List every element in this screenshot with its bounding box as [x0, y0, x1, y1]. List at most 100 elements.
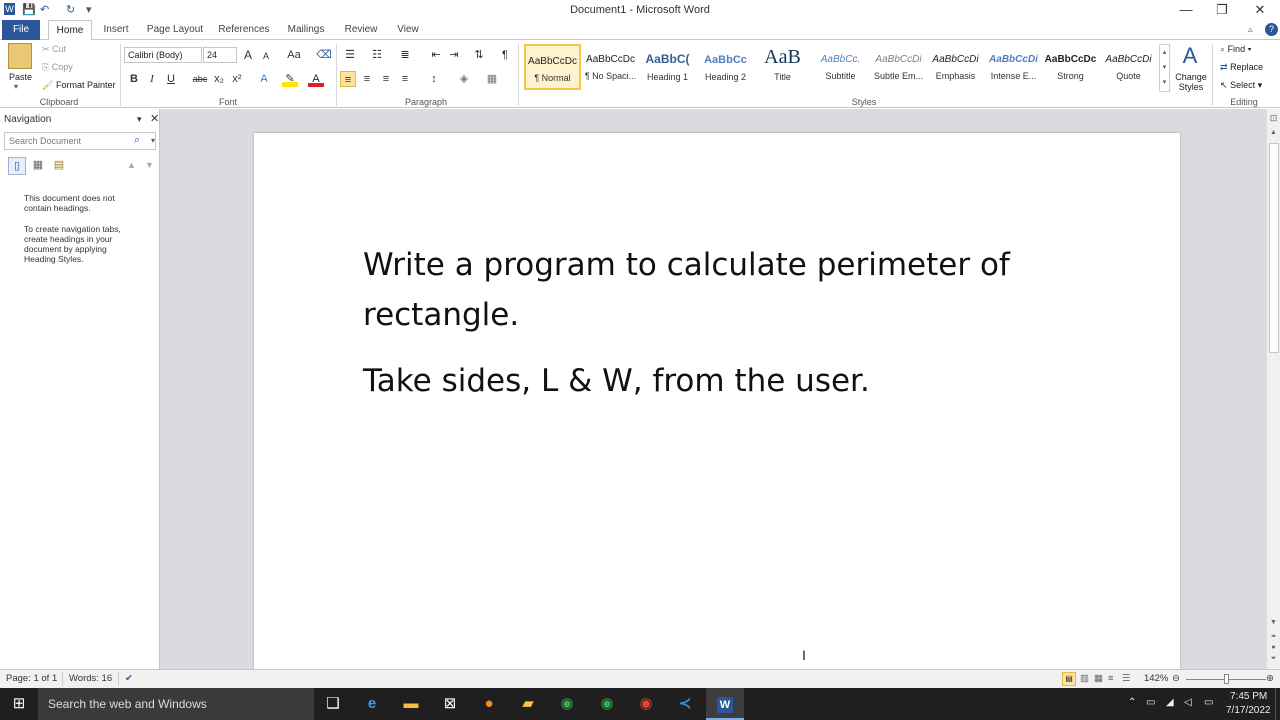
increase-indent-icon[interactable]: ⇥	[446, 47, 462, 63]
select-button[interactable]: Select	[1230, 80, 1255, 90]
style-no-spacing[interactable]: AaBbCcDc ¶ No Spaci...	[582, 44, 639, 90]
search-icon[interactable]: ⌕	[134, 134, 140, 147]
style-emphasis[interactable]: AaBbCcDi Emphasis	[927, 44, 984, 90]
help-icon[interactable]: ?	[1265, 23, 1278, 36]
restore-button[interactable]: ❐	[1204, 0, 1240, 20]
decrease-indent-icon[interactable]: ⇤	[428, 47, 444, 63]
change-styles-button[interactable]: Change Styles	[1174, 72, 1208, 92]
style-heading-2[interactable]: AaBbCc Heading 2	[697, 44, 754, 90]
style-strong[interactable]: AaBbCcDc Strong	[1042, 44, 1099, 90]
zoom-out-icon[interactable]: ⊖	[1172, 673, 1180, 684]
browse-pages-icon[interactable]: ▦	[29, 157, 47, 175]
change-case-button[interactable]: Aa	[284, 47, 304, 63]
document-text-line-1[interactable]: Write a program to calculate perimeter o…	[363, 247, 1010, 283]
show-desktop-button[interactable]	[1275, 688, 1280, 720]
change-styles-icon[interactable]: A	[1178, 43, 1202, 69]
next-page-icon[interactable]: ⏷	[1267, 655, 1280, 663]
font-size-select[interactable]: 24	[203, 47, 237, 63]
underline-button[interactable]: U	[163, 71, 179, 87]
style-heading-1[interactable]: AaBbC( Heading 1	[639, 44, 696, 90]
word-taskbar-button[interactable]: W	[706, 688, 744, 720]
shrink-font-button[interactable]: A	[258, 48, 274, 64]
find-button[interactable]: Find	[1228, 44, 1246, 54]
document-text-line-3[interactable]: Take sides, L & W, from the user.	[363, 363, 870, 399]
word-count[interactable]: Words: 16	[69, 673, 112, 684]
file-explorer-icon[interactable]: ▬	[392, 688, 430, 720]
cut-button[interactable]: Cut	[52, 44, 66, 54]
sticky-folder-icon[interactable]: ▰	[509, 688, 547, 720]
volume-icon[interactable]: ◁	[1184, 697, 1192, 708]
clock-date[interactable]: 7/17/2022	[1226, 705, 1271, 716]
ruler-toggle-icon[interactable]: ⊡	[1267, 113, 1280, 124]
tab-page-layout[interactable]: Page Layout	[144, 20, 206, 40]
zoom-level[interactable]: 142%	[1144, 673, 1168, 684]
borders-icon[interactable]: ▦	[484, 71, 500, 87]
style-subtle-emphasis[interactable]: AaBbCcDi Subtle Em...	[870, 44, 927, 90]
font-color-icon[interactable]: A	[308, 71, 324, 87]
highlight-icon[interactable]: ✎	[282, 71, 298, 87]
styles-scroll-more-icon[interactable]: ▴ ▾ ▾	[1159, 44, 1170, 92]
store-icon[interactable]: ⊠	[431, 688, 469, 720]
navigation-options-icon[interactable]: ▾	[137, 114, 142, 125]
navigation-close-icon[interactable]: ✕	[150, 112, 159, 125]
browse-object-icon[interactable]: ●	[1267, 644, 1280, 651]
grow-font-button[interactable]: A	[240, 47, 256, 63]
firefox-icon[interactable]: ●	[470, 688, 508, 720]
paste-button[interactable]: Paste	[9, 72, 32, 82]
tab-file[interactable]: File	[2, 20, 40, 40]
tab-references[interactable]: References	[216, 20, 272, 40]
style-quote[interactable]: AaBbCcDi Quote	[1100, 44, 1157, 90]
page-count[interactable]: Page: 1 of 1	[6, 673, 57, 684]
clear-formatting-icon[interactable]: ⌫	[316, 47, 332, 63]
battery-icon[interactable]: ▭	[1146, 697, 1155, 708]
text-effects-icon[interactable]: A	[256, 71, 272, 87]
align-left-icon[interactable]: ≡	[340, 71, 356, 87]
format-painter-button[interactable]: Format Painter	[56, 80, 116, 90]
task-view-icon[interactable]: ❑	[314, 688, 352, 720]
close-button[interactable]: ✕	[1242, 0, 1278, 20]
draft-icon[interactable]: ☰	[1122, 673, 1131, 684]
document-page[interactable]: Write a program to calculate perimeter o…	[254, 133, 1180, 673]
browse-headings-icon[interactable]: ▯	[8, 157, 26, 175]
vertical-scrollbar[interactable]: ⊡ ▲ ▼ ⏶ ● ⏷	[1266, 109, 1280, 669]
line-spacing-icon[interactable]: ↕	[426, 71, 442, 87]
tab-insert[interactable]: Insert	[98, 20, 134, 40]
tab-review[interactable]: Review	[340, 20, 382, 40]
style-title[interactable]: AaB Title	[754, 44, 811, 90]
proofing-icon[interactable]: ✔	[125, 673, 133, 684]
strikethrough-button[interactable]: abc	[191, 71, 209, 87]
zoom-in-icon[interactable]: ⊕	[1266, 673, 1274, 684]
style-intense-emphasis[interactable]: AaBbCcDi Intense E...	[985, 44, 1042, 90]
tray-chevron-icon[interactable]: ⌃	[1128, 697, 1136, 708]
tab-mailings[interactable]: Mailings	[282, 20, 330, 40]
bullets-icon[interactable]: ☰	[342, 47, 358, 63]
next-heading-icon[interactable]: ▼	[145, 160, 154, 170]
document-text-line-2[interactable]: rectangle.	[363, 297, 519, 333]
previous-page-icon[interactable]: ⏶	[1267, 633, 1280, 641]
network-icon[interactable]: ◢	[1166, 697, 1174, 708]
tab-view[interactable]: View	[392, 20, 424, 40]
superscript-button[interactable]: x²	[229, 71, 245, 87]
align-center-icon[interactable]: ≡	[359, 71, 375, 87]
tab-home[interactable]: Home	[48, 20, 92, 41]
previous-heading-icon[interactable]: ▲	[127, 160, 136, 170]
chrome-profile-icon[interactable]: ◉	[588, 688, 626, 720]
edge-icon[interactable]: e	[353, 688, 391, 720]
minimize-ribbon-icon[interactable]: ▵	[1248, 24, 1253, 35]
zoom-slider-thumb[interactable]	[1224, 674, 1229, 684]
print-layout-icon[interactable]: ▤	[1062, 672, 1076, 686]
subscript-button[interactable]: x₂	[211, 71, 227, 87]
minimize-button[interactable]: —	[1168, 0, 1204, 20]
scroll-down-icon[interactable]: ▼	[1267, 619, 1280, 626]
clock-time[interactable]: 7:45 PM	[1230, 691, 1267, 702]
style-normal[interactable]: AaBbCcDc ¶ Normal	[524, 44, 581, 90]
style-subtitle[interactable]: AaBbCc. Subtitle	[812, 44, 869, 90]
outline-icon[interactable]: ≡	[1108, 673, 1114, 684]
show-formatting-marks-icon[interactable]: ¶	[497, 47, 513, 63]
browse-results-icon[interactable]: ▤	[50, 157, 68, 175]
action-center-icon[interactable]: ▭	[1204, 697, 1213, 708]
chrome-icon[interactable]: ◉	[548, 688, 586, 720]
copy-button[interactable]: Copy	[52, 62, 73, 72]
vscode-icon[interactable]: ≺	[666, 688, 704, 720]
replace-button[interactable]: Replace	[1230, 62, 1263, 72]
